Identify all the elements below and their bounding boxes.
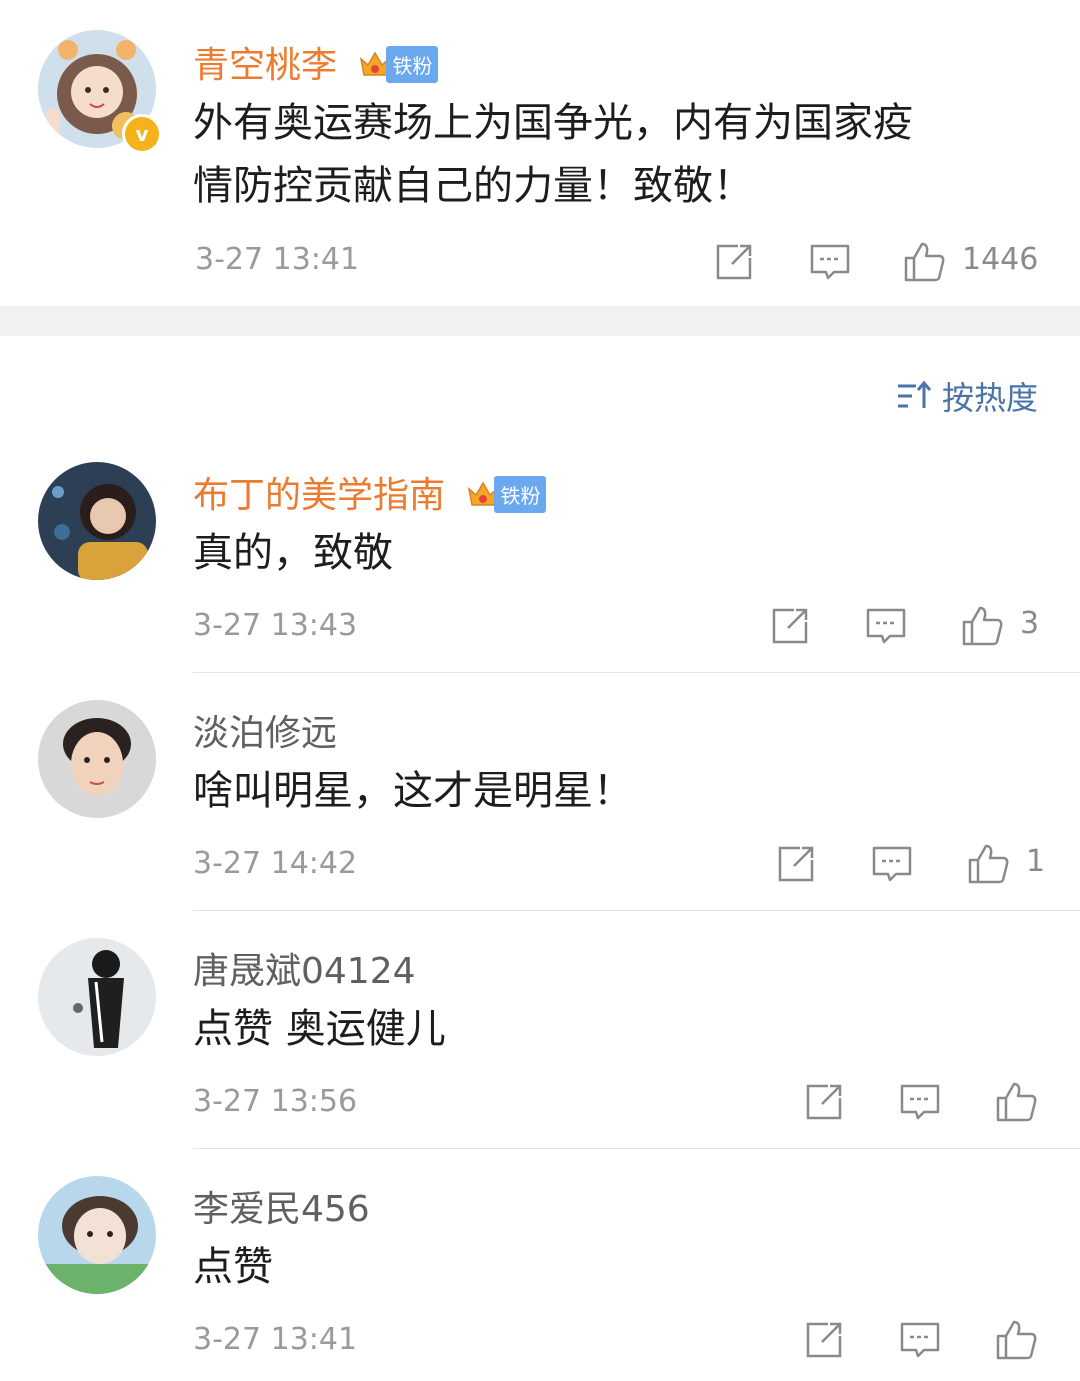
like-icon[interactable]	[966, 842, 1010, 886]
avatar[interactable]	[38, 1176, 156, 1294]
comment-time: 3-27 13:41	[193, 1322, 358, 1357]
divider	[193, 672, 1080, 673]
fan-badge: 铁粉	[466, 475, 547, 513]
post-text-line1: 外有奥运赛场上为国争光，内有为国家疫	[193, 100, 913, 146]
comment-username[interactable]: 李爱民456	[193, 1180, 370, 1232]
fan-badge-label: 铁粉	[386, 45, 439, 83]
share-icon[interactable]	[802, 1318, 846, 1362]
comment-actions: 1	[774, 842, 1048, 886]
section-separator	[0, 306, 1080, 336]
share-icon[interactable]	[802, 1080, 846, 1124]
comment-text: 点赞	[193, 1244, 273, 1290]
comment-icon[interactable]	[808, 240, 852, 284]
comment-icon[interactable]	[898, 1080, 942, 1124]
like-icon[interactable]	[994, 1318, 1038, 1362]
post-text-line2: 情防控贡献自己的力量！致敬！	[193, 163, 753, 209]
sort-icon	[897, 380, 932, 408]
like-icon[interactable]	[994, 1080, 1038, 1124]
sort-by-hot-button[interactable]: 按热度	[896, 372, 1038, 420]
comment-time: 3-27 13:56	[193, 1084, 358, 1119]
fan-badge-label: 铁粉	[494, 475, 547, 513]
comment-time: 3-27 13:43	[193, 608, 358, 643]
comment-icon[interactable]	[898, 1318, 942, 1362]
comment-icon[interactable]	[870, 842, 914, 886]
like-icon[interactable]	[960, 604, 1004, 648]
comment-actions: 3	[768, 604, 1048, 648]
comment-username[interactable]: 淡泊修远	[193, 704, 337, 756]
share-icon[interactable]	[774, 842, 818, 886]
post-username[interactable]: 青空桃李 铁粉	[193, 36, 439, 88]
comment-text: 啥叫明星，这才是明星！	[193, 768, 633, 814]
comment-time: 3-27 14:42	[193, 846, 358, 881]
comment-actions	[802, 1318, 1048, 1362]
sort-label: 按热度	[941, 379, 1038, 417]
original-comment: v 青空桃李 铁粉 外有奥运赛场上为国争光，内有为国家疫 情防控贡献自己的力量！…	[0, 0, 1080, 306]
like-count: 1	[1026, 844, 1046, 879]
like-count: 3	[1020, 606, 1040, 641]
comment-icon[interactable]	[864, 604, 908, 648]
like-count: 1446	[962, 242, 1039, 277]
comment-username[interactable]: 唐晟斌04124	[193, 942, 416, 994]
fan-badge: 铁粉	[358, 45, 439, 83]
comment-text: 真的，致敬	[193, 530, 393, 576]
comment-text: 点赞 奥运健儿	[193, 1006, 446, 1052]
avatar[interactable]	[38, 462, 156, 580]
share-icon[interactable]	[712, 240, 756, 284]
share-icon[interactable]	[768, 604, 812, 648]
post-actions: 1446	[708, 240, 1048, 284]
comment-actions	[802, 1080, 1048, 1124]
avatar[interactable]	[38, 938, 156, 1056]
divider	[193, 910, 1080, 911]
verified-badge-icon: v	[122, 114, 162, 154]
avatar[interactable]	[38, 700, 156, 818]
divider	[193, 1148, 1080, 1149]
like-icon[interactable]	[902, 240, 946, 284]
post-time: 3-27 13:41	[195, 242, 360, 277]
comment-username[interactable]: 布丁的美学指南 铁粉	[193, 466, 547, 518]
